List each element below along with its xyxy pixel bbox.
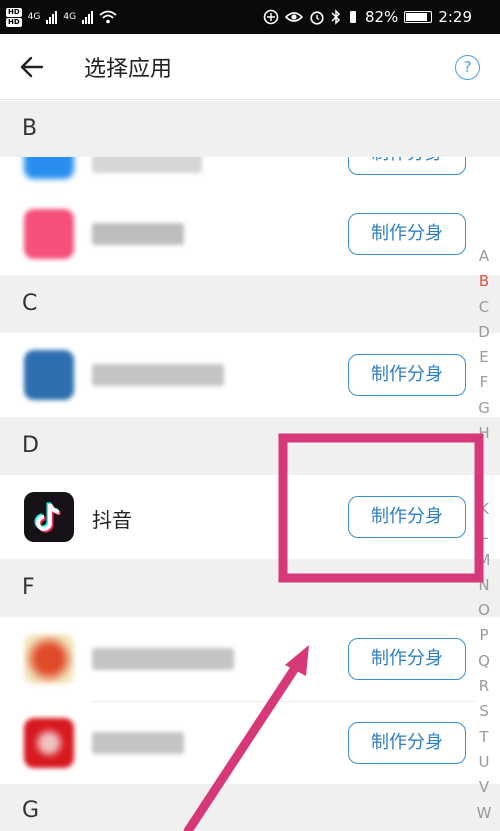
alphabet-index[interactable]: ABCDEFGH KLMNOPQRSTUVW	[472, 244, 496, 826]
eye-icon	[284, 12, 303, 22]
section-letter: G	[22, 798, 40, 823]
index-letter[interactable]: A	[472, 244, 496, 269]
page-title: 选择应用	[84, 57, 173, 82]
network-label: 4G	[27, 12, 41, 22]
make-clone-button[interactable]: 制作分身	[348, 722, 466, 764]
signal-icon	[82, 10, 94, 24]
music-note-icon	[34, 501, 61, 533]
make-clone-button[interactable]: 制作分身	[348, 496, 466, 538]
section-header-f: F	[0, 559, 500, 617]
index-letter[interactable]: R	[472, 674, 496, 699]
app-name-blurred	[92, 223, 184, 245]
index-letter[interactable]: M	[472, 548, 496, 573]
index-letter[interactable]: U	[472, 750, 496, 775]
index-letter[interactable]: F	[472, 370, 496, 395]
status-right: 82% 2:29	[263, 0, 472, 34]
make-clone-button[interactable]: 制作分身	[348, 157, 466, 175]
battery-percent: 82%	[364, 8, 399, 26]
section-header-b: B	[0, 101, 500, 157]
index-letter[interactable]	[472, 472, 496, 497]
index-letter[interactable]: P	[472, 623, 496, 648]
section-letter: C	[22, 291, 38, 316]
app-name-blurred	[92, 364, 224, 386]
app-name-blurred	[92, 648, 234, 670]
alarm-icon	[310, 11, 324, 25]
index-letter[interactable]: V	[472, 775, 496, 800]
section-letter: D	[22, 433, 39, 458]
status-left: HD HD 4G 4G	[6, 3, 117, 31]
douyin-icon	[24, 492, 74, 542]
wifi-icon	[99, 10, 117, 24]
app-name: 抖音	[92, 508, 132, 532]
hd-badges: HD HD	[6, 7, 22, 27]
back-arrow-icon[interactable]	[18, 53, 46, 81]
app-row: 制作分身	[0, 157, 475, 193]
section-letter: F	[22, 575, 35, 600]
status-bar: HD HD 4G 4G 82% 2:29	[0, 0, 500, 34]
signal-icon	[46, 10, 58, 24]
app-icon	[24, 634, 74, 684]
section-letter: B	[22, 116, 38, 141]
battery-icon	[404, 11, 433, 23]
index-letter[interactable]: Q	[472, 649, 496, 674]
hd-badge: HD	[6, 17, 22, 27]
hd-badge: HD	[6, 7, 22, 17]
index-letter[interactable]: D	[472, 320, 496, 345]
clock: 2:29	[438, 8, 472, 26]
index-letter[interactable]: N	[472, 573, 496, 598]
app-icon	[24, 350, 74, 400]
section-header-g: G	[0, 784, 500, 831]
app-row-douyin: 抖音 制作分身	[0, 475, 475, 559]
vibrate-icon	[349, 11, 356, 23]
index-letter[interactable]: S	[472, 699, 496, 724]
index-letter[interactable]: C	[472, 295, 496, 320]
index-letter[interactable]: L	[472, 522, 496, 547]
data-saver-icon	[263, 9, 279, 25]
index-letter[interactable]: O	[472, 598, 496, 623]
help-icon[interactable]: ?	[455, 55, 480, 80]
app-header: 选择应用 ?	[0, 34, 500, 100]
index-letter[interactable]: H	[472, 421, 496, 446]
app-icon	[24, 209, 74, 259]
app-name-blurred	[92, 732, 184, 754]
index-letter[interactable]: G	[472, 396, 496, 421]
app-name-blurred	[92, 157, 202, 173]
app-icon	[24, 157, 74, 179]
app-row: 制作分身	[0, 193, 475, 275]
index-letter[interactable]	[472, 446, 496, 471]
bluetooth-icon	[331, 9, 341, 25]
app-row: 制作分身	[0, 617, 475, 701]
app-row: 制作分身	[0, 333, 475, 417]
index-letter[interactable]: E	[472, 345, 496, 370]
section-header-d: D	[0, 417, 500, 475]
app-row: 制作分身	[0, 702, 475, 784]
index-letter[interactable]: T	[472, 725, 496, 750]
make-clone-button[interactable]: 制作分身	[348, 213, 466, 255]
make-clone-button[interactable]: 制作分身	[348, 354, 466, 396]
section-header-c: C	[0, 275, 500, 333]
index-letter[interactable]: K	[472, 497, 496, 522]
index-letter[interactable]: W	[472, 801, 496, 826]
app-icon	[24, 718, 74, 768]
network-label: 4G	[63, 12, 77, 22]
index-letter[interactable]: B	[472, 269, 496, 294]
make-clone-button[interactable]: 制作分身	[348, 638, 466, 680]
